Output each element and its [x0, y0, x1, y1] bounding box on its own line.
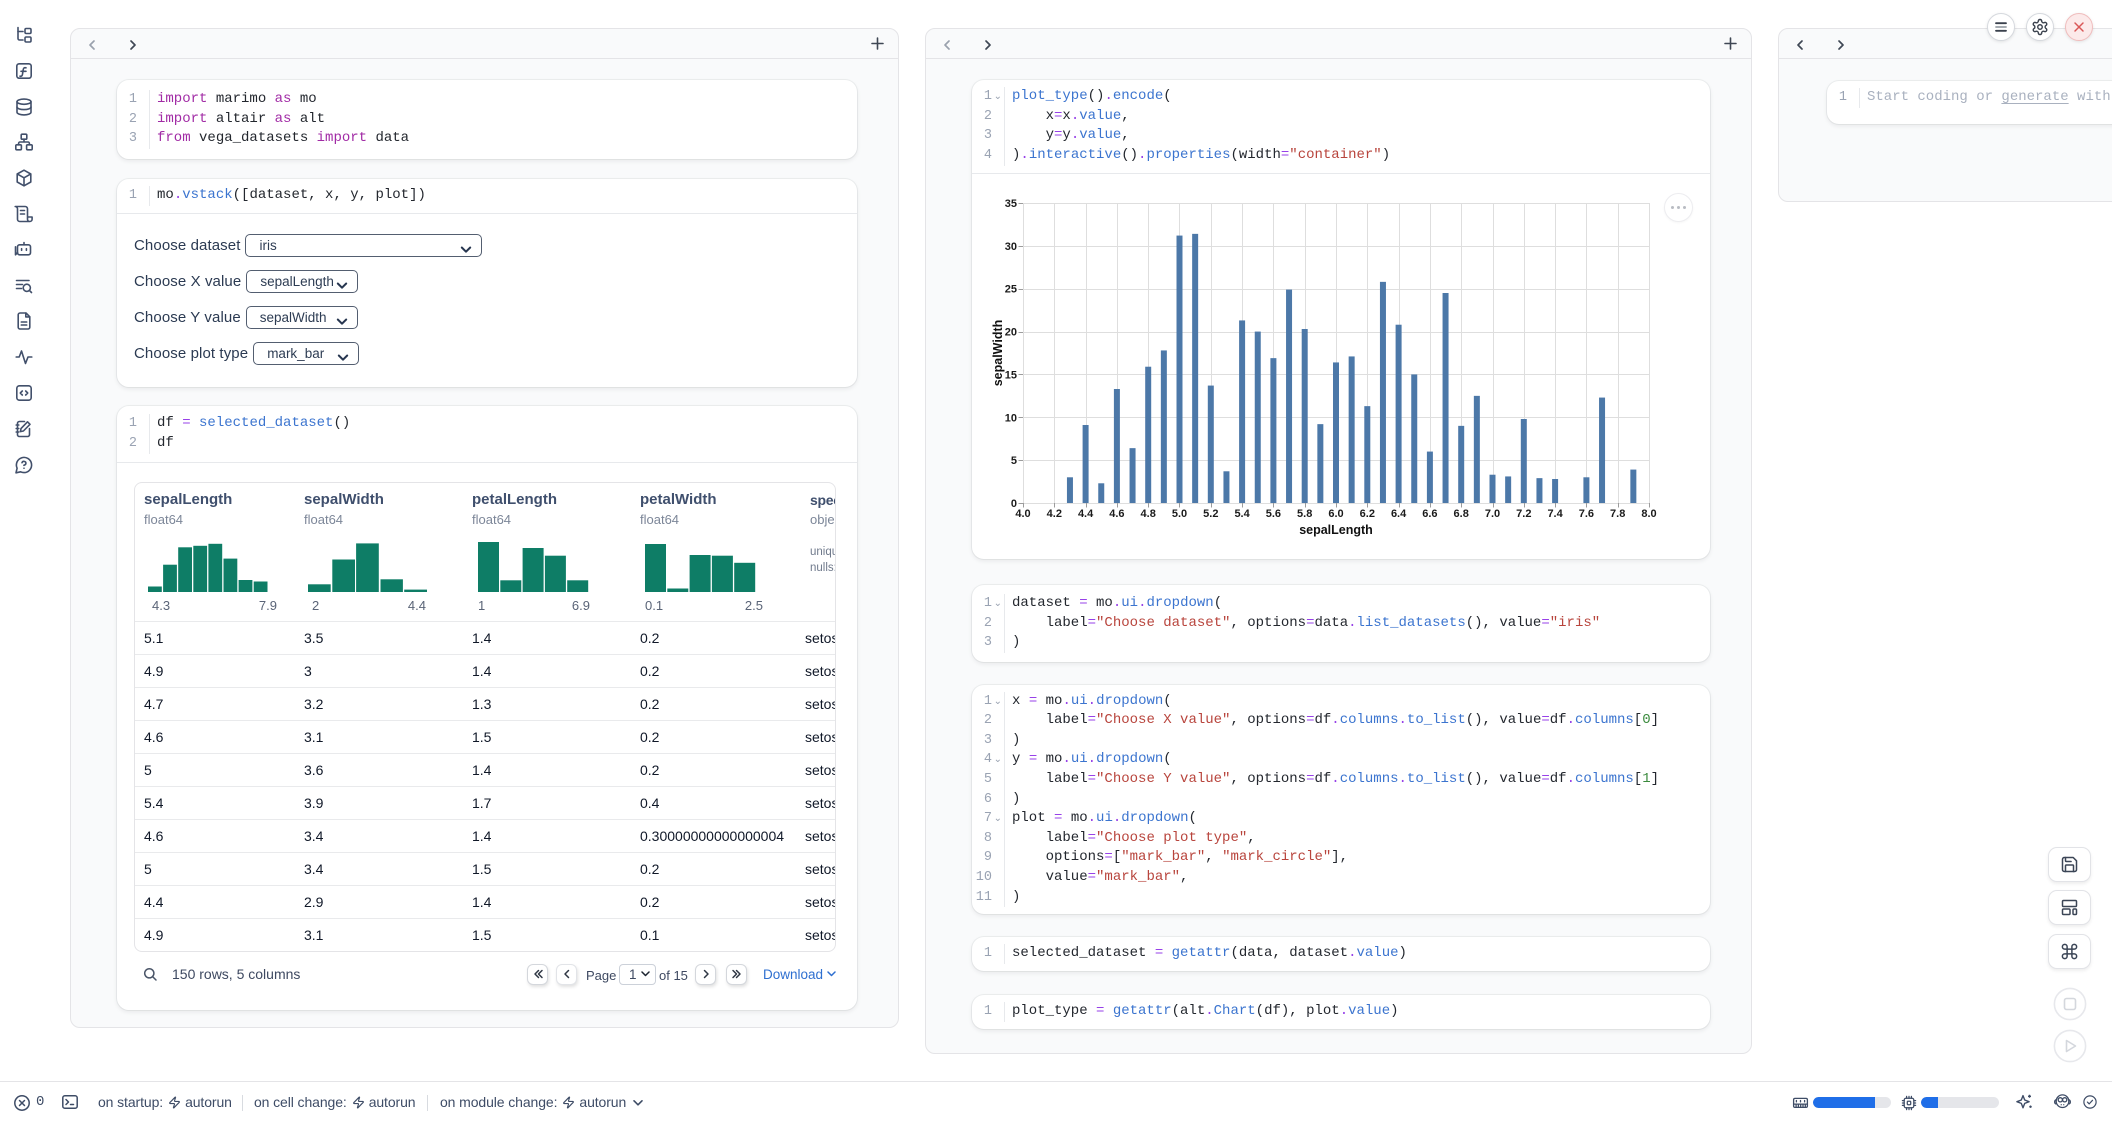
svg-text:5.4: 5.4: [1234, 508, 1250, 520]
svg-text:25: 25: [1005, 284, 1017, 296]
svg-text:5.6: 5.6: [1266, 508, 1281, 520]
svg-text:6.8: 6.8: [1454, 508, 1469, 520]
svg-text:15: 15: [1005, 369, 1017, 381]
svg-text:20: 20: [1005, 327, 1017, 339]
svg-text:4.0: 4.0: [1015, 508, 1030, 520]
svg-text:sepalWidth: sepalWidth: [991, 320, 1005, 387]
svg-text:6.0: 6.0: [1328, 508, 1343, 520]
svg-text:0: 0: [1011, 498, 1017, 510]
svg-text:sepalLength: sepalLength: [1299, 523, 1373, 537]
svg-text:4.4: 4.4: [1078, 508, 1094, 520]
svg-text:7.6: 7.6: [1579, 508, 1594, 520]
svg-text:8.0: 8.0: [1641, 508, 1656, 520]
svg-text:7.4: 7.4: [1547, 508, 1563, 520]
svg-text:7.2: 7.2: [1516, 508, 1531, 520]
svg-text:35: 35: [1005, 198, 1017, 210]
svg-text:30: 30: [1005, 241, 1017, 253]
svg-text:7.8: 7.8: [1610, 508, 1625, 520]
svg-text:4.2: 4.2: [1047, 508, 1062, 520]
svg-text:10: 10: [1005, 412, 1017, 424]
svg-text:4.8: 4.8: [1141, 508, 1156, 520]
svg-text:6.4: 6.4: [1391, 508, 1407, 520]
svg-text:7.0: 7.0: [1485, 508, 1500, 520]
svg-text:5.2: 5.2: [1203, 508, 1218, 520]
svg-text:6.2: 6.2: [1360, 508, 1375, 520]
svg-text:6.6: 6.6: [1422, 508, 1437, 520]
svg-text:5: 5: [1011, 455, 1017, 467]
svg-text:5.0: 5.0: [1172, 508, 1187, 520]
svg-text:5.8: 5.8: [1297, 508, 1312, 520]
svg-text:4.6: 4.6: [1109, 508, 1124, 520]
